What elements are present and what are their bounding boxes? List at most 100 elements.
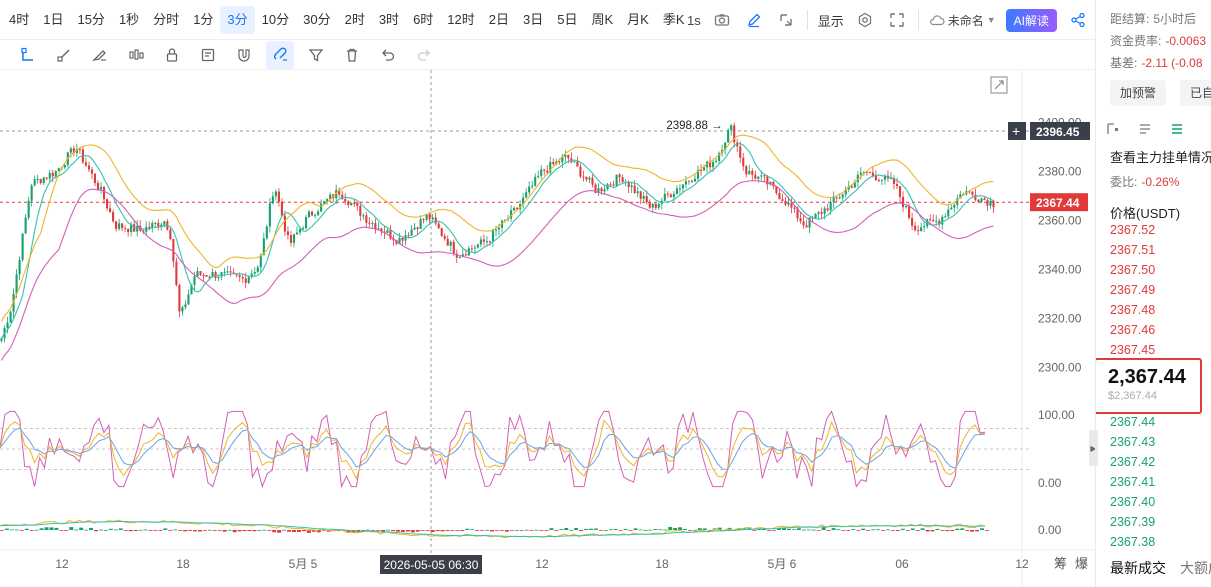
macd-histogram-bar bbox=[128, 530, 133, 532]
secondary-button[interactable]: 已自 bbox=[1180, 80, 1211, 106]
candle-body bbox=[470, 248, 473, 250]
expand-icon[interactable] bbox=[886, 9, 908, 31]
add-alert-button[interactable]: 加预警 bbox=[1110, 80, 1167, 106]
timeframe-11[interactable]: 6时 bbox=[406, 6, 440, 34]
timeframe-6[interactable]: 3分 bbox=[220, 5, 255, 34]
timeframe-5[interactable]: 1分 bbox=[186, 6, 220, 34]
macd-histogram-bar bbox=[89, 527, 94, 530]
candle-body bbox=[582, 176, 585, 178]
magnet-link-icon[interactable] bbox=[266, 40, 294, 69]
funding-rate-value: -0.0063 bbox=[1165, 34, 1207, 48]
ask-price[interactable]: 2367.51 bbox=[1110, 243, 1155, 257]
cursor-tool-icon[interactable] bbox=[14, 41, 42, 69]
bid-price[interactable]: 2367.44 bbox=[1096, 413, 1211, 431]
bid-price[interactable]: 2367.42 bbox=[1110, 455, 1155, 469]
note-icon[interactable] bbox=[194, 41, 222, 69]
brush-icon[interactable] bbox=[86, 41, 114, 69]
candle-body bbox=[950, 207, 953, 210]
macd-histogram-bar bbox=[673, 527, 678, 530]
candle-body bbox=[974, 194, 977, 200]
ask-price[interactable]: 2367.50 bbox=[1110, 263, 1155, 277]
timeframe-10[interactable]: 3时 bbox=[372, 6, 406, 34]
orderbook-panel: 距结算: 5小时后 资金费率: -0.0063 基差: -2.11 (-0.08 加预… bbox=[1095, 0, 1211, 587]
candle-body bbox=[814, 213, 817, 218]
filter-icon[interactable] bbox=[302, 41, 330, 69]
high-price-marker: 2398.88 → bbox=[666, 120, 722, 132]
candle-body bbox=[105, 199, 109, 209]
candle-body bbox=[30, 185, 33, 201]
timeframe-15[interactable]: 5日 bbox=[550, 6, 584, 34]
trash-icon[interactable] bbox=[338, 41, 366, 69]
candle-body bbox=[618, 174, 621, 178]
timeframe-14[interactable]: 3日 bbox=[516, 6, 550, 34]
macd-histogram-bar bbox=[252, 530, 257, 532]
timeframe-4[interactable]: 分时 bbox=[146, 6, 186, 34]
chart-expand-arrow bbox=[994, 80, 1004, 90]
ask-price[interactable]: 2367.45 bbox=[1110, 343, 1155, 357]
orderbook-title[interactable]: 查看主力挂单情况 bbox=[1110, 147, 1211, 166]
timeframe-17[interactable]: 月K bbox=[620, 6, 656, 34]
pen-icon[interactable] bbox=[743, 9, 765, 31]
timeframe-12[interactable]: 12时 bbox=[440, 6, 481, 34]
timeframe-9[interactable]: 2时 bbox=[338, 6, 372, 34]
timeframe-0[interactable]: 4时 bbox=[2, 6, 36, 34]
candle-body bbox=[124, 228, 127, 230]
ask-price[interactable]: 2367.49 bbox=[1110, 283, 1155, 297]
magnet-icon[interactable] bbox=[230, 41, 258, 69]
candle-body bbox=[540, 169, 543, 176]
ai-analysis-button[interactable]: AI解读 bbox=[1005, 8, 1057, 32]
candle-body bbox=[901, 196, 905, 208]
fullscreen-corner-icon[interactable] bbox=[775, 9, 797, 31]
bid-price[interactable]: 2367.38 bbox=[1110, 535, 1155, 549]
candle-icon[interactable] bbox=[122, 41, 150, 69]
macd-histogram-bar bbox=[836, 529, 841, 531]
macd-histogram-bar bbox=[499, 530, 504, 531]
refresh-interval[interactable]: 1s bbox=[687, 13, 701, 28]
timeframe-2[interactable]: 15分 bbox=[70, 6, 111, 34]
macd-histogram-bar bbox=[470, 529, 475, 531]
ruler-icon[interactable] bbox=[50, 41, 78, 69]
tab-latest-trades[interactable]: 最新成交 bbox=[1110, 558, 1166, 578]
timeframe-3[interactable]: 1秒 bbox=[112, 6, 146, 34]
ask-price[interactable]: 2367.48 bbox=[1110, 303, 1155, 317]
orderbook-asks-icon[interactable] bbox=[1168, 120, 1186, 138]
bid-price[interactable]: 2367.41 bbox=[1110, 475, 1155, 489]
candle-body bbox=[202, 274, 205, 276]
candle-body bbox=[805, 225, 808, 228]
layout-name-dropdown[interactable]: 未命名 ▼ bbox=[929, 12, 996, 29]
macd-histogram-bar bbox=[395, 530, 400, 532]
timeframe-1[interactable]: 1日 bbox=[36, 6, 70, 34]
macd-histogram-bar bbox=[74, 529, 79, 531]
candle-body bbox=[51, 172, 54, 177]
candle-body bbox=[268, 203, 271, 227]
macd-histogram-bar bbox=[519, 530, 524, 531]
price-chart[interactable]: 2400.002380.002360.002340.002320.002300.… bbox=[0, 70, 1095, 587]
settings-gear-icon[interactable] bbox=[854, 9, 876, 31]
timeframe-8[interactable]: 30分 bbox=[296, 6, 337, 34]
timeframe-16[interactable]: 周K bbox=[584, 6, 620, 34]
orderbook-both-icon[interactable] bbox=[1104, 120, 1122, 138]
orderbook-bids-icon[interactable] bbox=[1136, 120, 1154, 138]
macd-histogram-bar bbox=[796, 528, 801, 530]
timeframe-7[interactable]: 10分 bbox=[255, 6, 296, 34]
bid-price[interactable]: 2367.43 bbox=[1110, 435, 1155, 449]
lock-icon[interactable] bbox=[158, 41, 186, 69]
chip-distribution-toggle: 筹 bbox=[1054, 556, 1067, 571]
candle-body bbox=[464, 254, 467, 256]
tab-large-trades[interactable]: 大额成交 bbox=[1180, 558, 1211, 578]
share-icon[interactable] bbox=[1067, 9, 1089, 31]
camera-icon[interactable] bbox=[711, 9, 733, 31]
candle-body bbox=[868, 172, 871, 174]
redo-icon[interactable] bbox=[410, 41, 438, 69]
timeframe-13[interactable]: 2日 bbox=[482, 6, 516, 34]
bid-price[interactable]: 2367.39 bbox=[1110, 515, 1155, 529]
candle-body bbox=[87, 165, 91, 170]
display-menu[interactable]: 显示 bbox=[818, 11, 844, 30]
macd-histogram-bar bbox=[688, 530, 692, 531]
chart-canvas[interactable]: 2400.002380.002360.002340.002320.002300.… bbox=[0, 70, 1095, 587]
undo-icon[interactable] bbox=[374, 41, 402, 69]
ask-price[interactable]: 2367.46 bbox=[1110, 323, 1155, 337]
candle-body bbox=[920, 227, 923, 232]
bid-price[interactable]: 2367.40 bbox=[1096, 493, 1211, 511]
ask-price[interactable]: 2367.52 bbox=[1110, 223, 1155, 237]
